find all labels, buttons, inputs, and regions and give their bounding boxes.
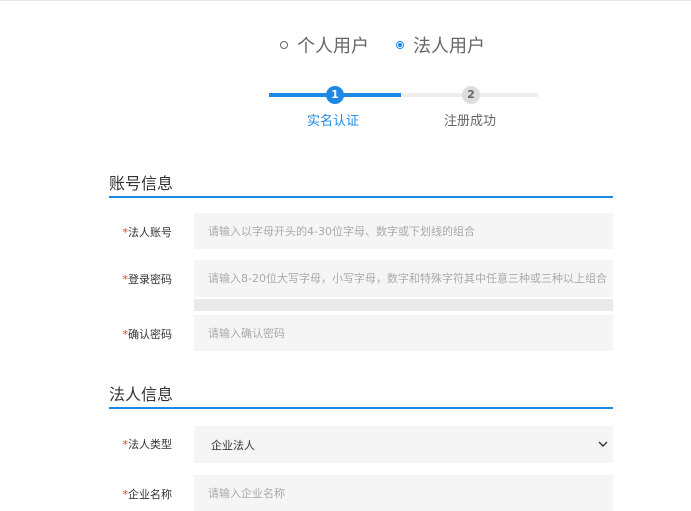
legal-section-divider xyxy=(109,407,613,409)
legal-type-label-text: 法人类型 xyxy=(128,438,172,451)
legal-section-title: 法人信息 xyxy=(109,385,174,404)
account-input[interactable] xyxy=(194,213,613,249)
password-strength-bar xyxy=(194,299,613,311)
confirm-label-text: 确认密码 xyxy=(128,328,172,341)
password-label-text: 登录密码 xyxy=(128,273,172,286)
step-2-label: 注册成功 xyxy=(444,114,497,129)
legal-type-select[interactable]: 企业法人 xyxy=(194,426,613,463)
account-field-label: *法人账号 xyxy=(120,224,173,240)
user-type-selector: 个人用户 法人用户 xyxy=(280,31,485,59)
confirm-field-label: *确认密码 xyxy=(120,326,173,342)
radio-personal-user[interactable]: 个人用户 xyxy=(280,32,369,58)
account-section-divider xyxy=(109,196,613,198)
legal-type-selected-value: 企业法人 xyxy=(211,439,255,452)
step-1-label: 实名认证 xyxy=(307,114,360,129)
chevron-down-icon xyxy=(598,441,608,447)
company-name-input[interactable] xyxy=(194,475,613,511)
step-1-number: 1 xyxy=(326,86,344,104)
radio-label-legal: 法人用户 xyxy=(413,36,485,57)
radio-button-unchecked[interactable] xyxy=(280,41,288,49)
radio-label-personal: 个人用户 xyxy=(297,36,369,57)
password-field-label: *登录密码 xyxy=(120,271,173,287)
radio-button-checked[interactable] xyxy=(396,41,404,49)
step-2-number: 2 xyxy=(462,86,480,104)
company-name-label-text: 企业名称 xyxy=(128,488,172,501)
account-label-text: 法人账号 xyxy=(128,226,172,239)
registration-stepper: 1 2 实名认证 注册成功 xyxy=(269,84,538,129)
password-input[interactable] xyxy=(194,260,613,297)
top-divider xyxy=(0,0,691,1)
confirm-password-input[interactable] xyxy=(194,315,613,351)
legal-type-field-label: *法人类型 xyxy=(120,436,173,452)
radio-legal-user[interactable]: 法人用户 xyxy=(396,32,485,58)
account-section-title: 账号信息 xyxy=(109,174,174,193)
